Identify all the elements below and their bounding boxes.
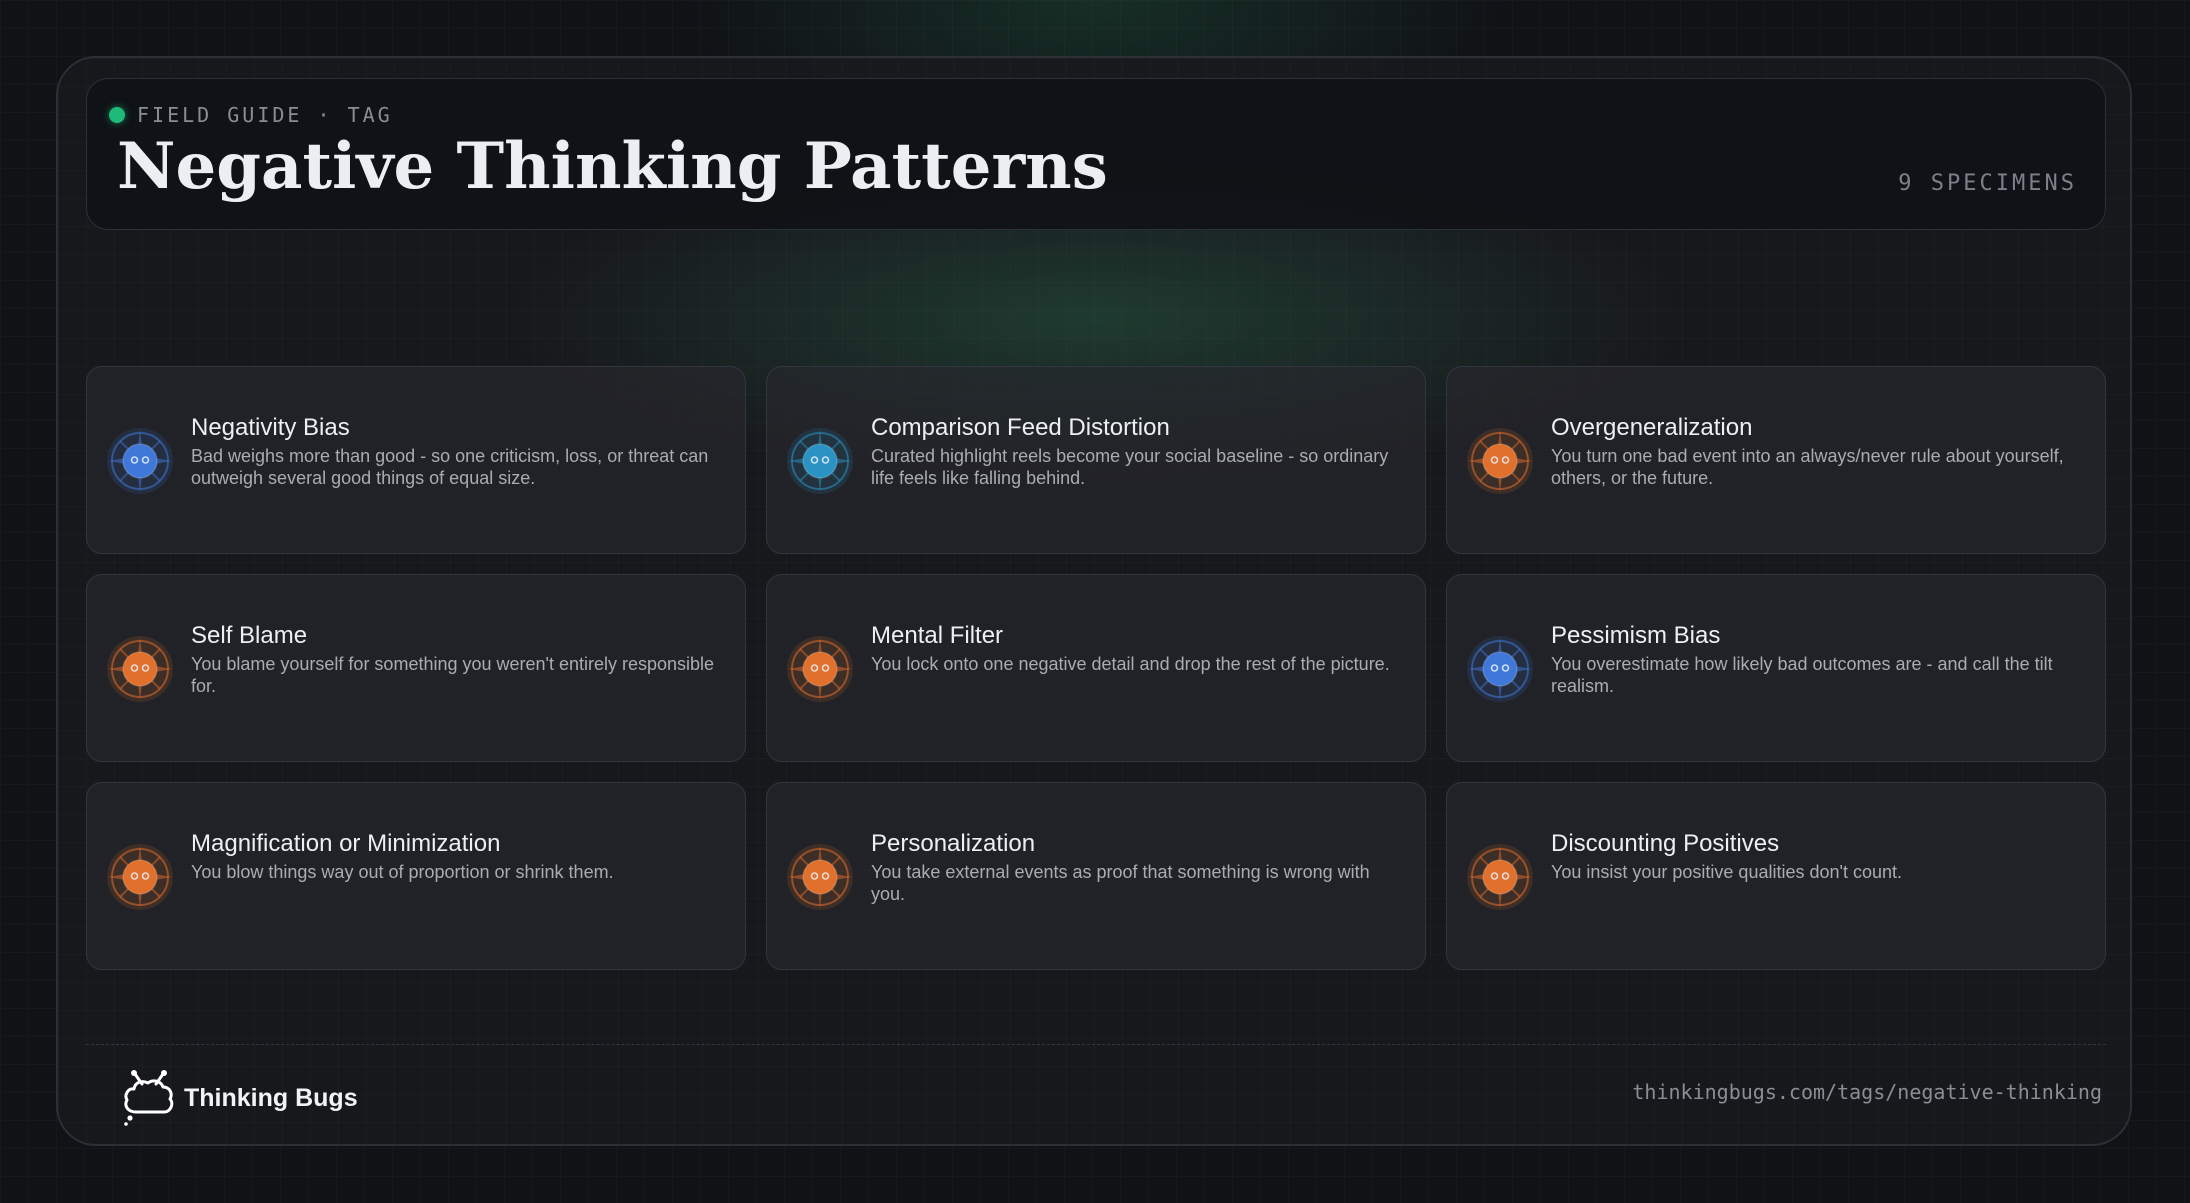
pattern-description: You insist your positive qualities don't… bbox=[1551, 862, 1902, 882]
pattern-card-mental-filter[interactable]: Mental Filter You lock onto one negative… bbox=[766, 574, 1426, 762]
orange-bug-icon bbox=[105, 634, 175, 704]
pattern-title: Pessimism Bias bbox=[1551, 622, 1721, 649]
footer-url-link[interactable]: thinkingbugs.com/tags/negative-thinking bbox=[1632, 1080, 2102, 1104]
brand-link[interactable]: Thinking Bugs bbox=[120, 1068, 358, 1128]
pattern-description: Curated highlight reels become your soci… bbox=[871, 446, 1389, 488]
pattern-description: You blow things way out of proportion or… bbox=[191, 862, 614, 882]
pattern-title: Overgeneralization bbox=[1551, 414, 1753, 441]
pattern-card-pessimism-bias[interactable]: Pessimism Bias You overestimate how like… bbox=[1446, 574, 2106, 762]
blue-bug-icon bbox=[105, 426, 175, 496]
pattern-description: Bad weighs more than good - so one criti… bbox=[191, 446, 709, 488]
pattern-card-self-blame[interactable]: Self Blame You blame yourself for someth… bbox=[86, 574, 746, 762]
pattern-title: Mental Filter bbox=[871, 622, 1004, 649]
pattern-title: Personalization bbox=[871, 830, 1036, 857]
pattern-title: Negativity Bias bbox=[191, 414, 350, 441]
specimen-count: 9 SPECIMENS bbox=[1898, 171, 2077, 196]
pattern-title: Discounting Positives bbox=[1551, 830, 1780, 857]
pattern-title: Magnification or Minimization bbox=[191, 830, 501, 857]
blue-bug-icon bbox=[1465, 634, 1535, 704]
orange-bug-icon bbox=[1465, 842, 1535, 912]
pattern-description: You turn one bad event into an always/ne… bbox=[1551, 446, 2064, 488]
orange-bug-icon bbox=[785, 634, 855, 704]
pattern-title: Comparison Feed Distortion bbox=[871, 414, 1170, 441]
status-dot bbox=[109, 107, 125, 123]
orange-bug-icon bbox=[1465, 426, 1535, 496]
pattern-description: You lock onto one negative detail and dr… bbox=[871, 654, 1390, 674]
pattern-card-personalization[interactable]: Personalization You take external events… bbox=[766, 782, 1426, 970]
pattern-card-discounting-positives[interactable]: Discounting Positives You insist your po… bbox=[1446, 782, 2106, 970]
orange-bug-icon bbox=[105, 842, 175, 912]
pattern-card-negativity-bias[interactable]: Negativity Bias Bad weighs more than goo… bbox=[86, 366, 746, 554]
orange-bug-icon bbox=[785, 842, 855, 912]
page-title: Negative Thinking Patterns bbox=[117, 129, 1108, 204]
cloud-bug-logo-icon bbox=[120, 1068, 176, 1128]
footer-divider bbox=[86, 1044, 2106, 1045]
pattern-title: Self Blame bbox=[191, 622, 308, 649]
guide-frame: FIELD GUIDE · TAG Negative Thinking Patt… bbox=[56, 56, 2132, 1146]
pattern-description: You overestimate how likely bad outcomes… bbox=[1551, 654, 2053, 696]
pattern-description: You take external events as proof that s… bbox=[871, 862, 1370, 904]
eyebrow: FIELD GUIDE · TAG bbox=[109, 103, 393, 127]
pattern-card-overgeneralization[interactable]: Overgeneralization You turn one bad even… bbox=[1446, 366, 2106, 554]
pattern-description: You blame yourself for something you wer… bbox=[191, 654, 715, 696]
pattern-card-magnification-or-minimization[interactable]: Magnification or Minimization You blow t… bbox=[86, 782, 746, 970]
pattern-card-comparison-feed-distortion[interactable]: Comparison Feed Distortion Curated highl… bbox=[766, 366, 1426, 554]
page-header: FIELD GUIDE · TAG Negative Thinking Patt… bbox=[86, 78, 2106, 230]
eyebrow-label: FIELD GUIDE · TAG bbox=[137, 103, 393, 127]
cyan-bug-icon bbox=[785, 426, 855, 496]
brand-name: Thinking Bugs bbox=[184, 1083, 358, 1112]
